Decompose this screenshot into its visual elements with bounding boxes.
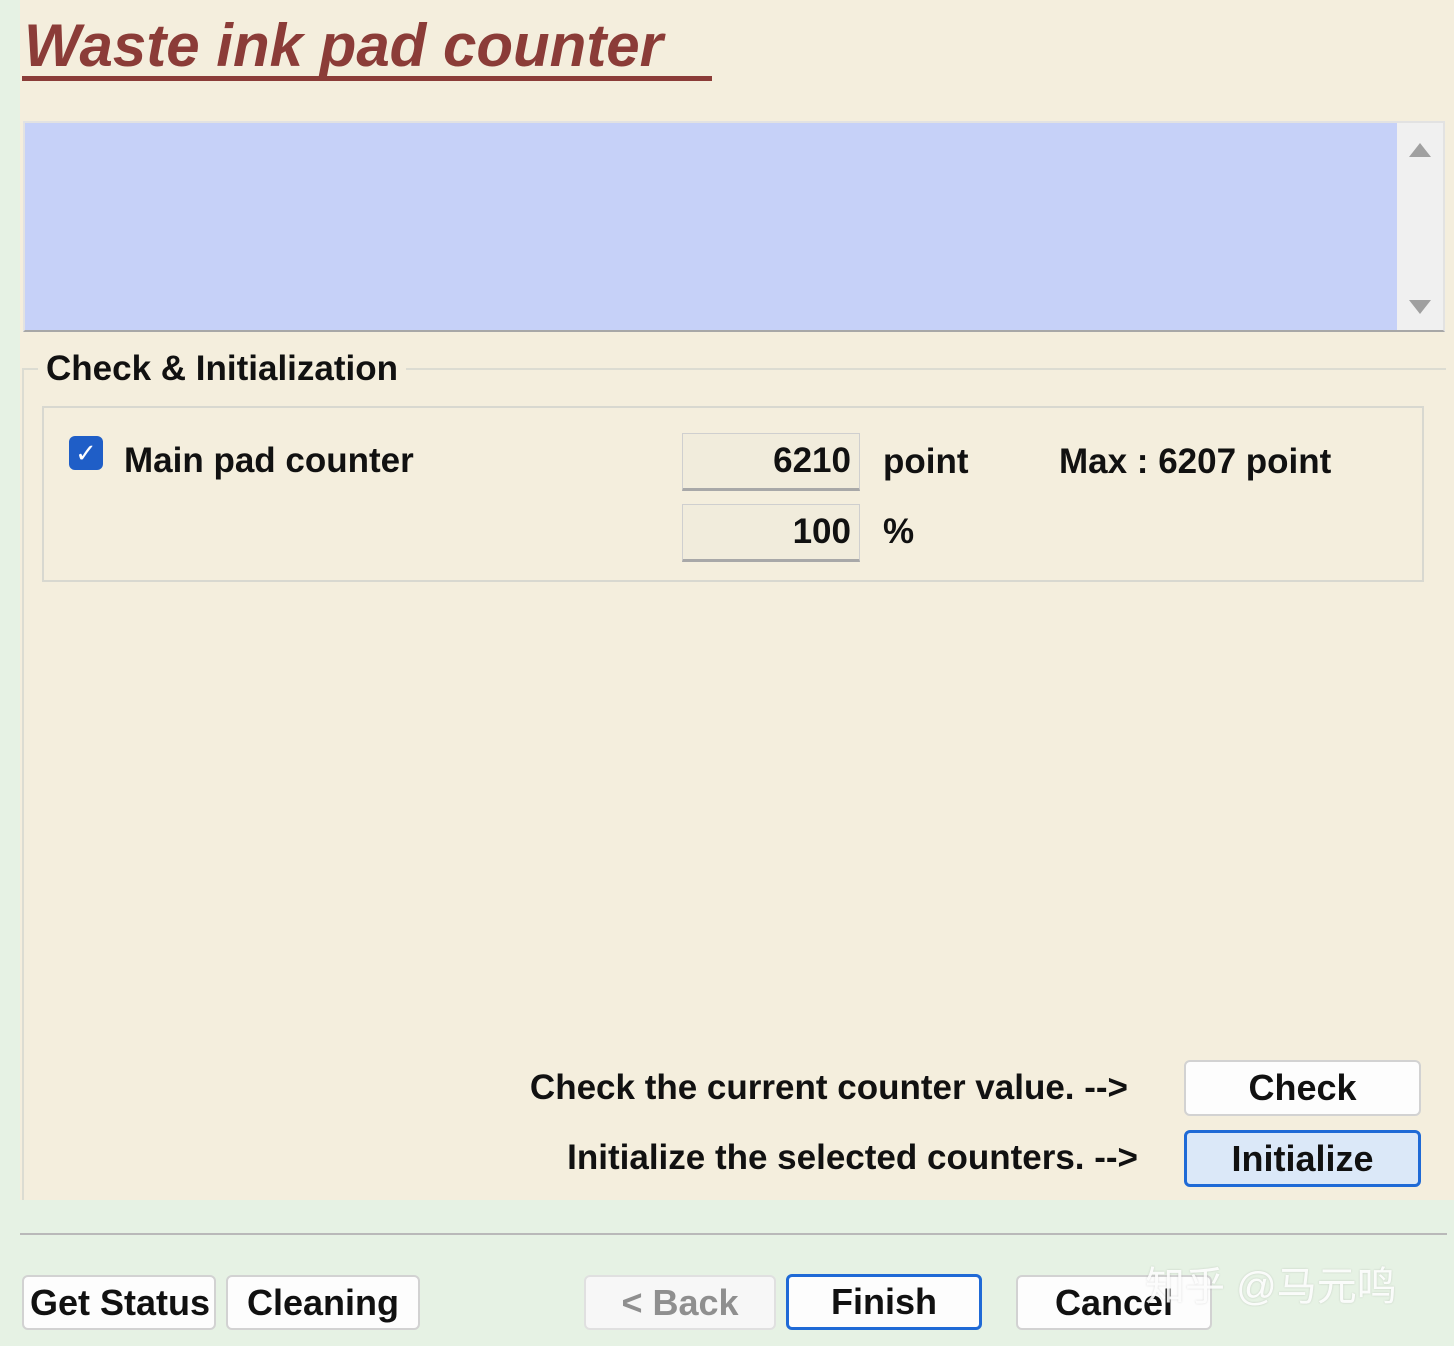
title-underline bbox=[22, 76, 712, 81]
footer-separator bbox=[20, 1233, 1447, 1235]
get-status-button[interactable]: Get Status bbox=[22, 1275, 216, 1330]
scroll-up-arrow-icon[interactable] bbox=[1409, 143, 1431, 157]
watermark: 知乎 @马元鸣 bbox=[1145, 1265, 1397, 1309]
page-title: Waste ink pad counter bbox=[24, 12, 664, 79]
checkmark-icon: ✓ bbox=[75, 438, 97, 468]
initialize-button[interactable]: Initialize bbox=[1184, 1130, 1421, 1187]
percent-unit: % bbox=[883, 512, 915, 551]
group-legend: Check & Initialization bbox=[38, 348, 406, 390]
counter-max-text: Max : 6207 point bbox=[1059, 442, 1332, 481]
counter-percent-field: 100 bbox=[682, 504, 860, 562]
initialize-hint: Initialize the selected counters. --> bbox=[567, 1138, 1138, 1177]
main-pad-counter-label: Main pad counter bbox=[124, 441, 414, 480]
finish-button[interactable]: Finish bbox=[786, 1274, 982, 1330]
check-button[interactable]: Check bbox=[1184, 1060, 1421, 1116]
counter-value-unit: point bbox=[883, 442, 969, 481]
cleaning-button[interactable]: Cleaning bbox=[226, 1275, 420, 1330]
main-pad-checkbox[interactable]: ✓ bbox=[69, 436, 103, 470]
check-hint: Check the current counter value. --> bbox=[529, 1068, 1128, 1107]
back-button[interactable]: < Back bbox=[584, 1275, 776, 1330]
vertical-scrollbar[interactable] bbox=[1397, 123, 1443, 330]
counter-value-field: 6210 bbox=[682, 433, 860, 491]
message-area[interactable] bbox=[23, 121, 1445, 332]
scroll-down-arrow-icon[interactable] bbox=[1409, 300, 1431, 314]
